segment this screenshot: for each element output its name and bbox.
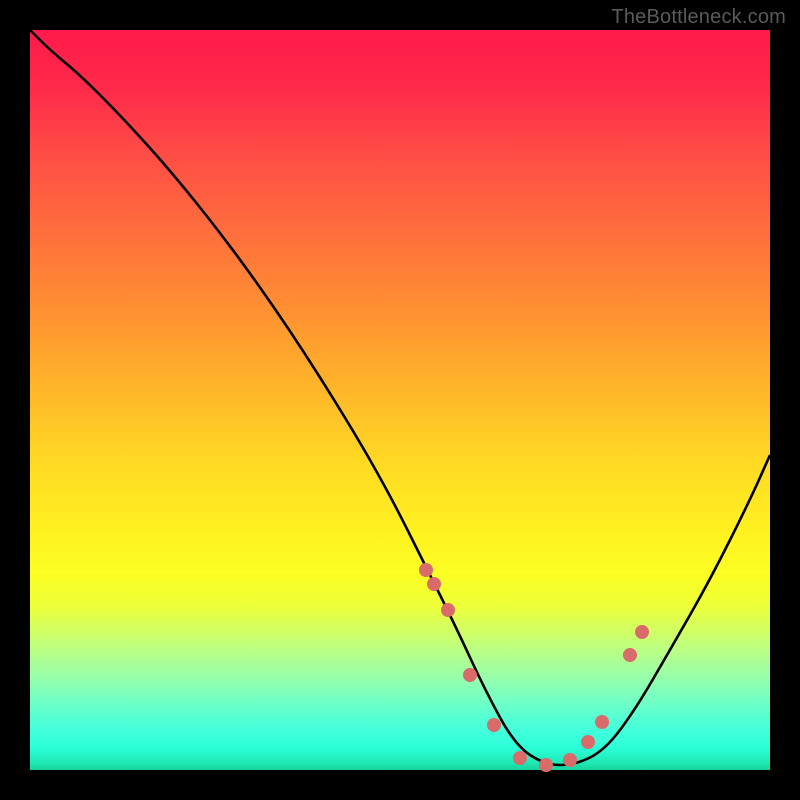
curve-dot [595,715,609,729]
curve-dot [623,648,637,662]
curve-dot [427,577,441,591]
curve-dot [563,753,577,767]
plot-area [30,30,770,770]
curve-dot [463,668,477,682]
attribution-label: TheBottleneck.com [611,6,786,29]
curve-dot [581,735,595,749]
curve-dot [635,625,649,639]
curve-dot [539,758,553,772]
curve-svg [30,30,770,770]
chart-frame: TheBottleneck.com [0,0,800,800]
curve-dot [441,603,455,617]
curve-dot [487,718,501,732]
curve-dot [513,751,527,765]
bottleneck-curve [30,30,770,765]
curve-dots-group [419,563,649,772]
curve-dot [419,563,433,577]
